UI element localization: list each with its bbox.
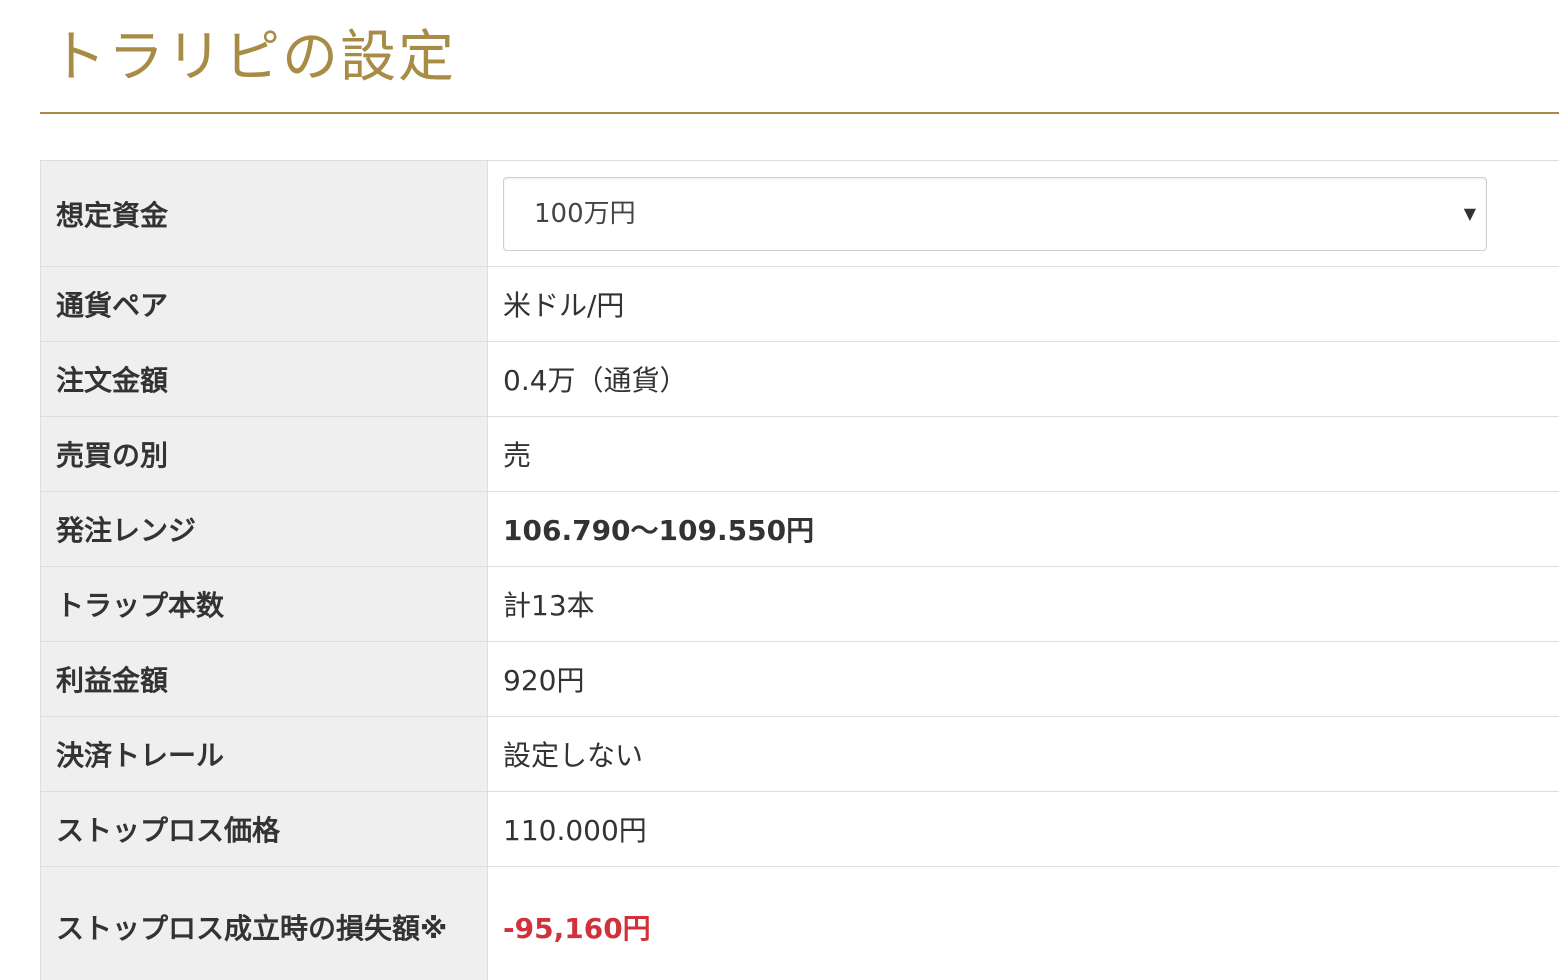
table-row-profit-amount: 利益金額 920円	[40, 641, 1559, 717]
table-row-currency-pair: 通貨ペア 米ドル/円	[40, 266, 1559, 342]
row-value-trade-side: 売	[487, 416, 1559, 492]
row-label-profit-amount: 利益金額	[40, 641, 488, 717]
row-label-currency-pair: 通貨ペア	[40, 266, 488, 342]
row-label-order-amount: 注文金額	[40, 341, 488, 417]
table-row-stop-loss-amount: ストップロス成立時の損失額※ -95,160円	[40, 866, 1559, 980]
row-value-capital: 100万円 ▼	[487, 160, 1559, 267]
table-row-trade-side: 売買の別 売	[40, 416, 1559, 492]
row-value-profit-amount: 920円	[487, 641, 1559, 717]
page-title: トラリピの設定	[50, 25, 456, 90]
row-label-trade-side: 売買の別	[40, 416, 488, 492]
capital-select-value: 100万円	[534, 198, 636, 229]
page: トラリピの設定 想定資金 100万円 ▼ 通貨ペア 米ドル/円 注文金額 0.4…	[0, 0, 1559, 980]
row-value-settlement-trail: 設定しない	[487, 716, 1559, 792]
row-label-order-range: 発注レンジ	[40, 491, 488, 567]
row-label-stop-loss-price: ストップロス価格	[40, 791, 488, 867]
title-divider	[40, 112, 1559, 114]
table-row-order-amount: 注文金額 0.4万（通貨）	[40, 341, 1559, 417]
row-label-stop-loss-amount: ストップロス成立時の損失額※	[40, 866, 488, 980]
chevron-down-icon: ▼	[1463, 203, 1476, 223]
row-value-trap-count: 計13本	[487, 566, 1559, 642]
table-row-capital: 想定資金 100万円 ▼	[40, 160, 1559, 267]
row-value-currency-pair: 米ドル/円	[487, 266, 1559, 342]
row-value-stop-loss-price: 110.000円	[487, 791, 1559, 867]
row-label-settlement-trail: 決済トレール	[40, 716, 488, 792]
settings-table: 想定資金 100万円 ▼ 通貨ペア 米ドル/円 注文金額 0.4万（通貨） 売買…	[40, 160, 1559, 980]
row-value-order-range: 106.790～109.550円	[487, 491, 1559, 567]
table-row-trap-count: トラップ本数 計13本	[40, 566, 1559, 642]
row-value-stop-loss-amount: -95,160円	[487, 866, 1559, 980]
row-value-order-amount: 0.4万（通貨）	[487, 341, 1559, 417]
row-label-trap-count: トラップ本数	[40, 566, 488, 642]
table-row-stop-loss-price: ストップロス価格 110.000円	[40, 791, 1559, 867]
capital-select[interactable]: 100万円 ▼	[503, 176, 1487, 251]
table-row-order-range: 発注レンジ 106.790～109.550円	[40, 491, 1559, 567]
row-label-capital: 想定資金	[40, 160, 488, 267]
table-row-settlement-trail: 決済トレール 設定しない	[40, 716, 1559, 792]
